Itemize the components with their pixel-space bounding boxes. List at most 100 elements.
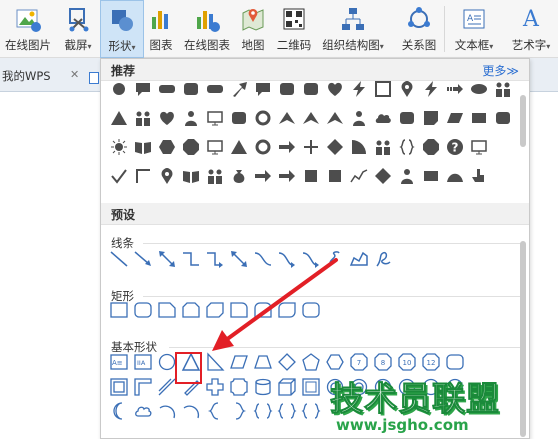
qrcode-button[interactable]: 二维码 (274, 0, 314, 58)
shape-frame[interactable] (372, 78, 394, 100)
shape-o-brackets[interactable] (252, 400, 274, 422)
shape-l-curve[interactable] (252, 248, 274, 270)
shape-quarter[interactable] (348, 136, 370, 158)
shape-rrect[interactable] (492, 107, 514, 129)
shape-zigzag[interactable] (348, 165, 370, 187)
shapes-button[interactable]: 形状▾ (100, 0, 144, 58)
shape-o-plaque[interactable] (228, 376, 250, 398)
shape-l-curveA[interactable] (276, 248, 298, 270)
shape-braces[interactable] (396, 136, 418, 158)
shape-arrowR[interactable] (276, 165, 298, 187)
shape-rrect[interactable] (180, 78, 202, 100)
shape-mound[interactable] (444, 165, 466, 187)
shape-o-hex[interactable] (324, 351, 346, 373)
shape-diamond[interactable] (372, 165, 394, 187)
shape-square[interactable] (300, 165, 322, 187)
wordart-button[interactable]: A 艺术字▾ (504, 0, 558, 58)
shape-heart[interactable] (324, 78, 346, 100)
shape-o-bevel[interactable] (300, 376, 322, 398)
shape-hexagon[interactable] (156, 136, 178, 158)
shape-sun[interactable] (108, 136, 130, 158)
shape-pill[interactable] (204, 78, 226, 100)
shape-people[interactable] (132, 107, 154, 129)
shape-o-rrect[interactable] (132, 299, 154, 321)
shape-person[interactable] (180, 107, 202, 129)
shape-hand[interactable] (468, 165, 490, 187)
shape-callout[interactable] (132, 78, 154, 100)
shape-o-lframe[interactable] (132, 376, 154, 398)
shape-circle[interactable] (108, 78, 130, 100)
shape-bolt[interactable] (348, 78, 370, 100)
shape-monitor[interactable] (468, 136, 490, 158)
shape-o-para[interactable] (228, 351, 250, 373)
shape-chevronUp[interactable] (276, 107, 298, 129)
shape-o-moon[interactable] (108, 400, 130, 422)
shape-l-darrow[interactable] (156, 248, 178, 270)
shape-person[interactable] (348, 107, 370, 129)
shape-rrect[interactable] (228, 107, 250, 129)
shape-o-rrect[interactable] (300, 299, 322, 321)
shape-o-can[interactable] (252, 376, 274, 398)
shape-l-curveA[interactable] (300, 248, 322, 270)
shape-o-bracketL[interactable] (204, 400, 226, 422)
shape-ring[interactable] (252, 107, 274, 129)
shape-book[interactable] (180, 165, 202, 187)
relation-diagram-button[interactable]: 关系图 (398, 0, 440, 58)
shape-parallelogram[interactable] (444, 107, 466, 129)
shape-o-arc[interactable] (180, 400, 202, 422)
shape-chevronUp[interactable] (300, 107, 322, 129)
recommended-scrollbar-thumb[interactable] (520, 95, 526, 147)
shape-bolt[interactable] (420, 78, 442, 100)
shape-o-cross[interactable] (204, 376, 226, 398)
shape-o-num[interactable]: 10 (396, 351, 418, 373)
shape-l-darrow[interactable] (228, 248, 250, 270)
shape-l-poly[interactable] (348, 248, 370, 270)
shape-o-frame[interactable] (108, 376, 130, 398)
chart-button[interactable]: 图表 (146, 0, 176, 58)
shape-o-arc[interactable] (156, 400, 178, 422)
shape-corner[interactable] (132, 165, 154, 187)
shape-rrect[interactable] (300, 78, 322, 100)
shape-book[interactable] (132, 136, 154, 158)
shape-o-brackets[interactable] (276, 400, 298, 422)
shape-o-trap[interactable] (252, 351, 274, 373)
screenshot-button[interactable]: 截屏▾ (57, 0, 99, 58)
shape-o-roundd[interactable] (276, 299, 298, 321)
tab-my-wps[interactable]: 我的WPS (2, 68, 51, 84)
shape-square[interactable] (324, 165, 346, 187)
shape-monitor[interactable] (204, 107, 226, 129)
map-button[interactable]: 地图 (238, 0, 268, 58)
shape-l-elbow[interactable] (180, 248, 202, 270)
shape-l-scrib[interactable] (372, 248, 394, 270)
shape-diamond[interactable] (324, 136, 346, 158)
shape-o-round2[interactable] (252, 299, 274, 321)
shape-o-snipd[interactable] (204, 299, 226, 321)
shape-triangle[interactable] (228, 136, 250, 158)
shape-monitor[interactable] (204, 136, 226, 158)
shape-callout[interactable] (252, 78, 274, 100)
document-icon[interactable] (89, 72, 99, 84)
shape-o-cloud[interactable] (132, 400, 154, 422)
shape-plus[interactable] (300, 136, 322, 158)
shape-moneybag[interactable] (228, 165, 250, 187)
online-picture-button[interactable]: 在线图片 (2, 0, 54, 58)
shape-octagon[interactable] (420, 136, 442, 158)
more-link[interactable]: 更多≫ (482, 62, 519, 79)
shape-o-diamond[interactable] (276, 351, 298, 373)
shape-person[interactable] (396, 165, 418, 187)
shape-o-round1[interactable] (228, 299, 250, 321)
shape-question[interactable]: ? (444, 136, 466, 158)
shape-o-snip1[interactable] (156, 299, 178, 321)
shape-people[interactable] (372, 136, 394, 158)
shape-l-line[interactable] (108, 248, 130, 270)
shape-rect[interactable] (420, 165, 442, 187)
shape-pin[interactable] (156, 165, 178, 187)
shape-arrowUR[interactable] (228, 78, 250, 100)
shape-pin[interactable] (396, 78, 418, 100)
shape-rrect[interactable] (276, 78, 298, 100)
shape-rrect[interactable] (396, 107, 418, 129)
shape-folded[interactable] (420, 107, 442, 129)
shape-o-num[interactable]: 8 (372, 351, 394, 373)
shape-cloud[interactable] (372, 107, 394, 129)
shape-ellipse[interactable] (468, 78, 490, 100)
